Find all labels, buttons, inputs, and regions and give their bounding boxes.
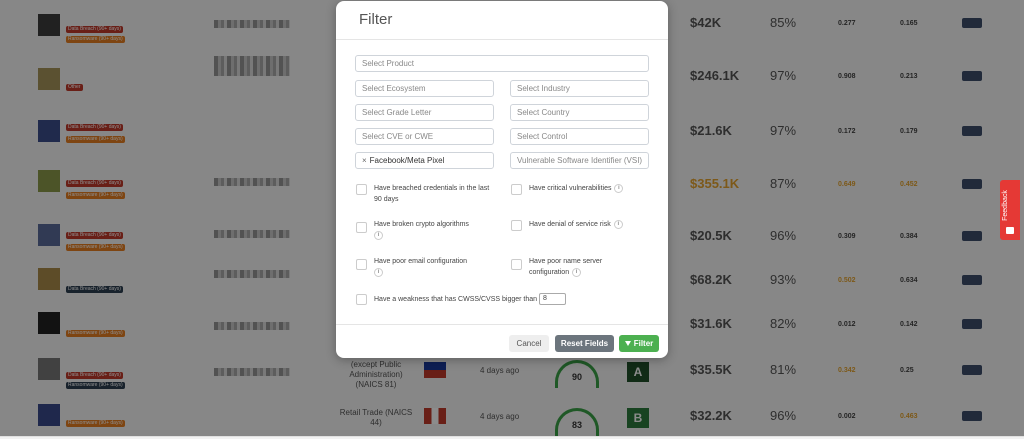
email-label: Have poor email configuration	[374, 258, 467, 265]
crypto-label: Have broken crypto algorithms	[374, 221, 469, 228]
modal-header: Filter	[336, 1, 668, 40]
product-tag-select[interactable]: × Facebook/Meta Pixel	[355, 152, 494, 169]
info-icon[interactable]: i	[614, 183, 624, 193]
info-icon[interactable]: i	[374, 230, 383, 240]
apply-filter-button[interactable]: Filter	[619, 335, 659, 352]
modal-footer: Cancel Reset Fields Filter	[336, 324, 668, 359]
country-select[interactable]: Select Country	[510, 104, 649, 121]
dos-checkbox[interactable]	[511, 220, 522, 231]
cwss-threshold-input[interactable]: 8	[539, 293, 567, 305]
chip-label: Facebook/Meta Pixel	[369, 156, 445, 165]
nameserver-label: Have poor name server configuration	[529, 258, 603, 276]
info-icon[interactable]: i	[374, 267, 383, 277]
cwss-checkbox[interactable]	[356, 294, 367, 305]
feedback-tab[interactable]: Feedback	[1000, 180, 1020, 240]
cancel-button[interactable]: Cancel	[509, 335, 549, 352]
grade-select[interactable]: Select Grade Letter	[355, 104, 494, 121]
nameserver-checkbox[interactable]	[511, 259, 522, 270]
info-icon[interactable]: i	[613, 219, 623, 229]
breached-checkbox[interactable]	[356, 184, 367, 195]
cwss-label: Have a weakness that has CWSS/CVSS bigge…	[374, 295, 538, 303]
cve-select[interactable]: Select CVE or CWE	[355, 128, 494, 145]
ecosystem-select[interactable]: Select Ecosystem	[355, 80, 494, 97]
feedback-icon	[1006, 227, 1014, 234]
filter-modal: Filter Select Product Select Ecosystem S…	[336, 1, 668, 358]
modal-title: Filter	[359, 11, 393, 28]
critical-checkbox[interactable]	[511, 184, 522, 195]
breached-label: Have breached credentials in the last 90…	[374, 185, 490, 203]
crypto-checkbox[interactable]	[356, 222, 367, 233]
critical-label: Have critical vulnerabilities	[529, 185, 612, 192]
vsi-input[interactable]: Vulnerable Software Identifier (VSI)	[510, 152, 649, 169]
remove-chip-icon[interactable]: ×	[362, 156, 367, 165]
selected-chip[interactable]: × Facebook/Meta Pixel	[362, 153, 444, 168]
product-select[interactable]: Select Product	[355, 55, 649, 72]
feedback-label: Feedback	[1001, 190, 1009, 221]
info-icon[interactable]: i	[572, 267, 582, 277]
control-select[interactable]: Select Control	[510, 128, 649, 145]
dos-label: Have denial of service risk	[529, 221, 611, 228]
filter-button-label: Filter	[633, 339, 654, 348]
filter-icon	[624, 341, 631, 347]
industry-select[interactable]: Select Industry	[510, 80, 649, 97]
email-checkbox[interactable]	[356, 259, 367, 270]
reset-fields-button[interactable]: Reset Fields	[555, 335, 614, 352]
